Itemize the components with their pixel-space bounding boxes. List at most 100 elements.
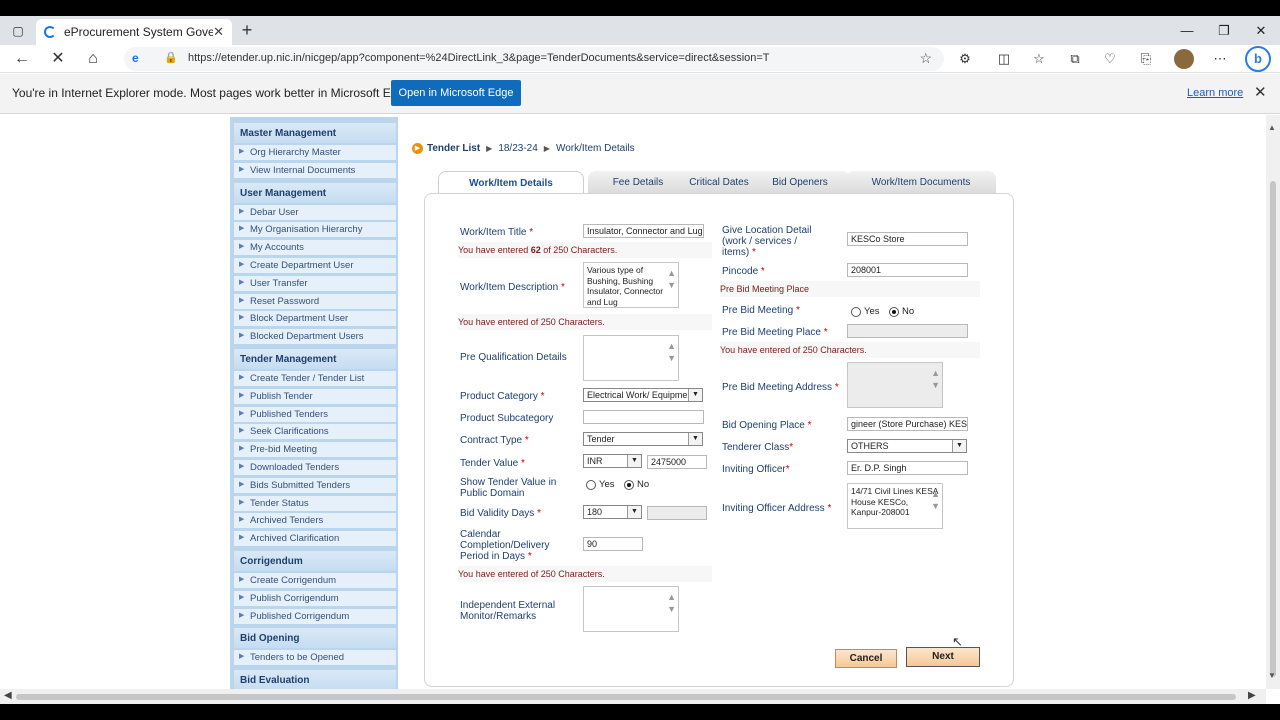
bullet-icon: ▶ (239, 148, 245, 155)
bullet-icon: ▶ (239, 165, 245, 173)
bullet-icon: ▶ (239, 296, 245, 304)
favorites-icon[interactable]: ☆ (1028, 48, 1050, 70)
address-bar[interactable]: e 🔒 https://etender.up.nic.in/nicgep/app… (124, 47, 944, 71)
sidebar-item[interactable]: ▶ Archived Clarification (234, 531, 396, 548)
location-detail-input[interactable]: KESCo Store (847, 232, 968, 246)
tenderer-class-select[interactable]: OTHERS ▼ (847, 439, 967, 453)
cancel-button[interactable]: Cancel (835, 649, 897, 668)
external-monitor-textarea[interactable]: ▲ ▼ (583, 586, 679, 632)
inviting-officer-label: Inviting Officer* (722, 464, 790, 475)
completion-period-input[interactable]: 90 (583, 537, 643, 551)
sidebar-item-label: Publish Corrigendum (250, 592, 339, 604)
ie-mode-icon[interactable]: e (132, 51, 139, 65)
url-text[interactable]: https://etender.up.nic.in/nicgep/app?com… (188, 52, 770, 64)
breadcrumb-tender-list[interactable]: Tender List (427, 143, 480, 154)
product-category-select[interactable]: Electrical Work/ Equipmen ▼ (583, 388, 703, 402)
browser-tab-strip: ▢ eProcurement System Governme ✕ + (0, 16, 1280, 45)
tab-work-item-documents[interactable]: Work/Item Documents (846, 171, 996, 193)
profile-avatar[interactable] (1174, 49, 1194, 69)
inviting-officer-input[interactable]: Er. D.P. Singh (847, 461, 968, 475)
bullet-icon: ▶ (239, 534, 245, 542)
home-icon[interactable]: ⌂ (80, 45, 106, 73)
work-item-title-input[interactable]: Insulator, Connector and Lug (583, 224, 704, 238)
sidebar-item[interactable]: ▶ Create Department User (234, 258, 396, 274)
show-value-yes-radio[interactable]: Yes (586, 479, 615, 490)
sidebar-item[interactable]: ▶ Published Corrigendum (234, 608, 396, 625)
inviting-officer-address-label: Inviting Officer Address * (722, 503, 832, 514)
tab-actions-icon[interactable]: ▢ (8, 16, 28, 45)
browser-tab[interactable]: eProcurement System Governme ✕ (36, 19, 232, 45)
minimize-icon[interactable]: — (1172, 16, 1202, 45)
sidebar-item-label: Create Department User (250, 260, 354, 271)
close-window-icon[interactable]: ✕ (1246, 16, 1276, 45)
vertical-scrollbar[interactable]: ▲ ▼ (1266, 115, 1280, 689)
product-subcategory-input[interactable] (583, 410, 704, 424)
pincode-input[interactable]: 208001 (847, 263, 968, 277)
browser-essentials-icon[interactable]: ♡ (1099, 48, 1121, 70)
sidebar-item[interactable]: ▶ Bids Submitted Tenders (234, 477, 396, 494)
lock-icon[interactable]: 🔒 (164, 51, 178, 64)
sidebar-item[interactable]: ▶ Seek Clarifications (234, 424, 396, 441)
sidebar-menu: Master Management ▶ Org Hierarchy Master ▶ V… (230, 117, 398, 689)
sidebar-item[interactable]: ▶ My Organisation Hierarchy (234, 222, 396, 239)
sidebar-section-title: User Management (234, 182, 396, 203)
bullet-icon: ▶ (239, 243, 245, 251)
sidebar-item[interactable]: ▶ Debar User (234, 204, 396, 221)
sidebar-item[interactable]: ▶ Org Hierarchy Master (234, 145, 396, 161)
bid-validity-select[interactable]: 180 ▼ (583, 505, 642, 519)
bid-opening-place-input[interactable]: gineer (Store Purchase) KESCo (847, 417, 968, 431)
extensions-icon[interactable]: ⚙ (954, 48, 976, 70)
show-value-no-radio[interactable]: No (624, 479, 649, 490)
sidebar-item[interactable]: ▶ Reset Password (234, 293, 396, 310)
breadcrumb-tender-id[interactable]: 18/23-24 (498, 143, 537, 154)
sidebar-item[interactable]: ▶ Create Tender / Tender List (234, 371, 396, 387)
bid-validity-extra-input (647, 506, 707, 520)
sidebar-section-title: Master Management (234, 123, 396, 143)
sidebar-item-label: Tender Status (250, 497, 309, 509)
work-item-description-textarea[interactable]: Various type of Bushing, Bushing Insulat… (583, 262, 679, 308)
close-infobar-icon[interactable]: ✕ (1254, 83, 1267, 101)
bing-copilot-icon[interactable]: b (1245, 46, 1271, 72)
more-menu-icon[interactable]: ⋯ (1209, 48, 1231, 70)
pre-qualification-textarea[interactable]: ▲ ▼ (583, 335, 679, 381)
maximize-icon[interactable]: ❐ (1209, 16, 1239, 45)
sidebar-item[interactable]: ▶ My Accounts (234, 240, 396, 257)
sidebar-item[interactable]: ▶ View Internal Documents (234, 162, 396, 179)
back-icon[interactable]: ← (9, 45, 35, 73)
sidebar-item[interactable]: ▶ Blocked Department Users (234, 329, 396, 346)
sidebar-item[interactable]: ▶ User Transfer (234, 275, 396, 292)
sidebar-item-label: My Accounts (250, 242, 304, 254)
sidebar-item[interactable]: ▶ Block Department User (234, 311, 396, 328)
screenshot-icon[interactable]: ⎘ (1135, 48, 1157, 70)
sidebar-item[interactable]: ▶ Pre-bid Meeting (234, 442, 396, 459)
sidebar-item-label: Create Corrigendum (250, 575, 337, 586)
sidebar-item[interactable]: ▶ Tenders to be Opened (234, 650, 396, 667)
learn-more-link[interactable]: Learn more (1187, 87, 1243, 99)
new-tab-icon[interactable]: + (236, 19, 258, 41)
tender-value-input[interactable]: 2475000 (647, 455, 707, 469)
sidebar-item[interactable]: ▶ Downloaded Tenders (234, 460, 396, 476)
stop-icon[interactable]: ✕ (45, 45, 71, 73)
sidebar-item[interactable]: ▶ Published Tenders (234, 406, 396, 423)
open-in-edge-button[interactable]: Open in Microsoft Edge (391, 80, 521, 106)
currency-select[interactable]: INR ▼ (583, 454, 642, 468)
pre-bid-meeting-label: Pre Bid Meeting * (722, 305, 800, 316)
tab-work-item-details[interactable]: Work/Item Details (438, 171, 584, 195)
sidebar-item[interactable]: ▶ Publish Corrigendum (234, 590, 396, 607)
collections-icon[interactable]: ⧉ (1064, 48, 1086, 70)
sidebar-item[interactable]: ▶ Publish Tender (234, 388, 396, 405)
pre-bid-no-radio[interactable]: No (889, 306, 914, 317)
sidebar-item[interactable]: ▶ Tender Status (234, 495, 396, 512)
inviting-officer-address-textarea[interactable]: 14/71 Civil Lines KESA House KESCo, Kanp… (847, 483, 943, 529)
tab-bid-openers[interactable]: Bid Openers (750, 171, 850, 193)
next-button[interactable]: Next (906, 647, 980, 667)
sidebar-item-label: Tenders to be Opened (250, 652, 345, 664)
pre-bid-yes-radio[interactable]: Yes (851, 306, 880, 317)
close-tab-icon[interactable]: ✕ (213, 24, 224, 40)
sidebar-item[interactable]: ▶ Create Corrigendum (234, 573, 396, 589)
split-screen-icon[interactable]: ◫ (993, 48, 1015, 70)
sidebar-item[interactable]: ▶ Archived Tenders (234, 513, 396, 530)
favorite-star-icon[interactable]: ☆ (919, 50, 932, 67)
horizontal-scrollbar[interactable]: ◀ ▶ (0, 689, 1266, 704)
contract-type-select[interactable]: Tender ▼ (583, 432, 703, 446)
